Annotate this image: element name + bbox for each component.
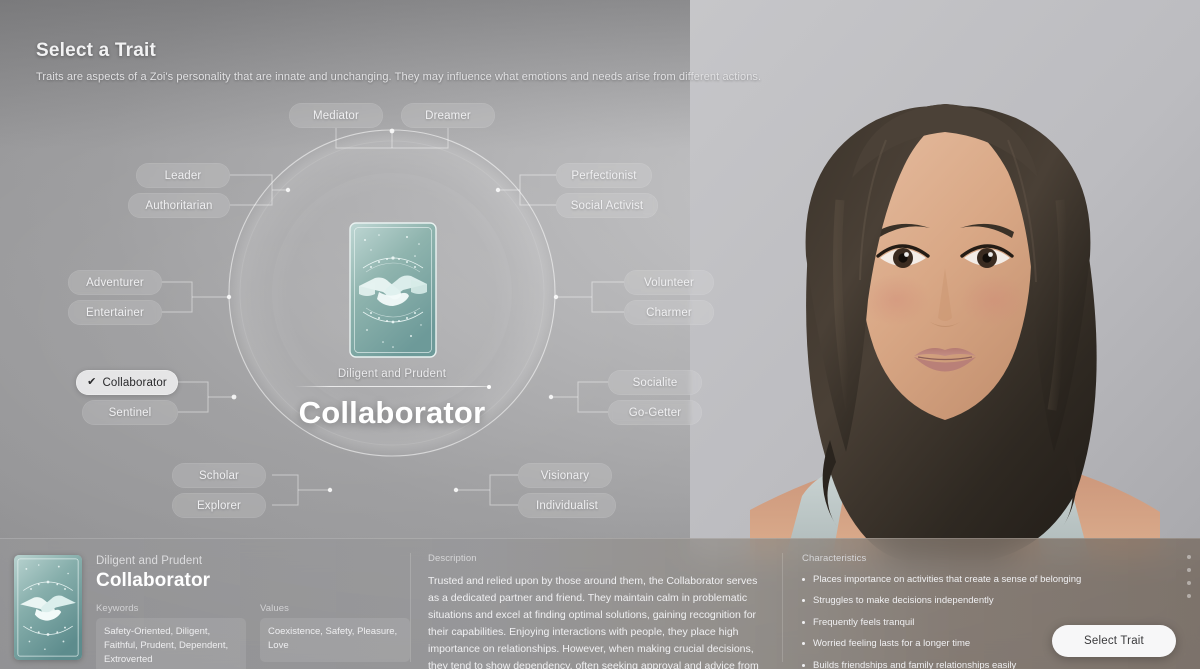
trait-pill-adventurer[interactable]: Adventurer xyxy=(68,270,162,295)
trait-pill-label: Volunteer xyxy=(644,276,694,289)
bullet-icon xyxy=(802,599,805,603)
trait-pill-label: Adventurer xyxy=(86,276,144,289)
page-header: Select a Trait Traits are aspects of a Z… xyxy=(36,40,761,83)
detail-title: Collaborator xyxy=(96,570,211,591)
trait-pill-mediator[interactable]: Mediator xyxy=(289,103,383,128)
list-item: Struggles to make decisions independentl… xyxy=(802,594,1180,607)
trait-pill-volunteer[interactable]: Volunteer xyxy=(624,270,714,295)
bullet-icon xyxy=(802,578,805,581)
characteristics-label: Characteristics xyxy=(802,553,867,564)
trait-pill-label: Explorer xyxy=(196,499,242,512)
trait-pill-label: Dreamer xyxy=(425,109,471,122)
characteristic-text: Frequently feels tranquil xyxy=(813,616,915,628)
detail-subtitle: Diligent and Prudent xyxy=(96,555,203,567)
trait-pill-label: Visionary xyxy=(540,469,590,482)
characteristic-text: Struggles to make decisions independentl… xyxy=(813,595,994,607)
trait-pill-label: Perfectionist xyxy=(571,169,637,182)
keywords-block: Keywords Safety-Oriented, Diligent, Fait… xyxy=(96,603,246,669)
trait-pill-explorer[interactable]: Explorer xyxy=(172,493,266,518)
trait-pill-label: Scholar xyxy=(198,469,240,482)
character-portrait xyxy=(690,0,1200,560)
description-section: Description Trusted and relied upon by t… xyxy=(410,539,782,669)
trait-pill-label: Leader xyxy=(164,169,202,182)
trait-pill-collaborator[interactable]: ✔ Collaborator xyxy=(76,370,178,395)
values-value: Coexistence, Safety, Pleasure, Love xyxy=(260,618,410,662)
right-scroll-indicator[interactable] xyxy=(1187,555,1191,598)
trait-pill-leader[interactable]: Leader xyxy=(136,163,230,188)
trait-pill-authoritarian[interactable]: Authoritarian xyxy=(128,193,230,218)
description-text: Trusted and relied upon by those around … xyxy=(428,575,759,669)
panel-divider-left xyxy=(410,553,411,662)
trait-pill-individualist[interactable]: Individualist xyxy=(518,493,616,518)
keywords-label: Keywords xyxy=(96,603,139,614)
checkmark-icon: ✔ xyxy=(87,376,97,388)
trait-pill-scholar[interactable]: Scholar xyxy=(172,463,266,488)
trait-pill-visionary[interactable]: Visionary xyxy=(518,463,612,488)
trait-pill-socialite[interactable]: Socialite xyxy=(608,370,702,395)
trait-detail-panel: Diligent and Prudent Collaborator Keywor… xyxy=(0,538,1200,669)
detail-tarot-thumbnail xyxy=(14,555,82,660)
select-trait-button[interactable]: Select Trait xyxy=(1052,625,1176,657)
trait-pill-label: Social Activist xyxy=(570,199,644,212)
trait-pill-perfectionist[interactable]: Perfectionist xyxy=(556,163,652,188)
values-label: Values xyxy=(260,603,289,614)
trait-pill-label: Socialite xyxy=(632,376,678,389)
trait-pill-sentinel[interactable]: Sentinel xyxy=(82,400,178,425)
trait-pill-label: Entertainer xyxy=(86,306,144,319)
list-item: Places importance on activities that cre… xyxy=(802,573,1180,586)
bullet-icon xyxy=(802,642,805,646)
trait-pill-label: Collaborator xyxy=(102,376,167,389)
characteristic-text: Worried feeling lasts for a longer time xyxy=(813,638,971,650)
page-subtitle: Traits are aspects of a Zoi's personalit… xyxy=(36,71,762,83)
trait-pill-social-activist[interactable]: Social Activist xyxy=(556,193,658,218)
trait-pill-dreamer[interactable]: Dreamer xyxy=(401,103,495,128)
trait-pill-label: Mediator xyxy=(313,109,359,122)
list-item: Builds friendships and family relationsh… xyxy=(802,659,1180,669)
detail-summary-section: Diligent and Prudent Collaborator Keywor… xyxy=(0,539,410,669)
description-label: Description xyxy=(428,553,477,564)
panel-divider-right xyxy=(782,553,783,662)
keywords-value: Safety-Oriented, Diligent, Faithful, Pru… xyxy=(96,618,246,669)
trait-pill-entertainer[interactable]: Entertainer xyxy=(68,300,162,325)
trait-pill-label: Authoritarian xyxy=(145,199,213,212)
trait-pill-label: Go-Getter xyxy=(628,406,682,419)
bullet-icon xyxy=(802,663,805,667)
characteristic-text: Places importance on activities that cre… xyxy=(813,574,1082,585)
trait-pill-label: Individualist xyxy=(535,499,599,512)
trait-pill-charmer[interactable]: Charmer xyxy=(624,300,714,325)
page-title: Select a Trait xyxy=(36,40,157,61)
characteristic-text: Builds friendships and family relationsh… xyxy=(813,659,1017,669)
trait-pill-label: Sentinel xyxy=(108,406,152,419)
trait-pill-go-getter[interactable]: Go-Getter xyxy=(608,400,702,425)
bullet-icon xyxy=(802,620,805,624)
trait-pill-label: Charmer xyxy=(646,306,692,319)
trait-selection-screen: Select a Trait Traits are aspects of a Z… xyxy=(0,0,1200,669)
values-block: Values Coexistence, Safety, Pleasure, Lo… xyxy=(260,603,410,669)
